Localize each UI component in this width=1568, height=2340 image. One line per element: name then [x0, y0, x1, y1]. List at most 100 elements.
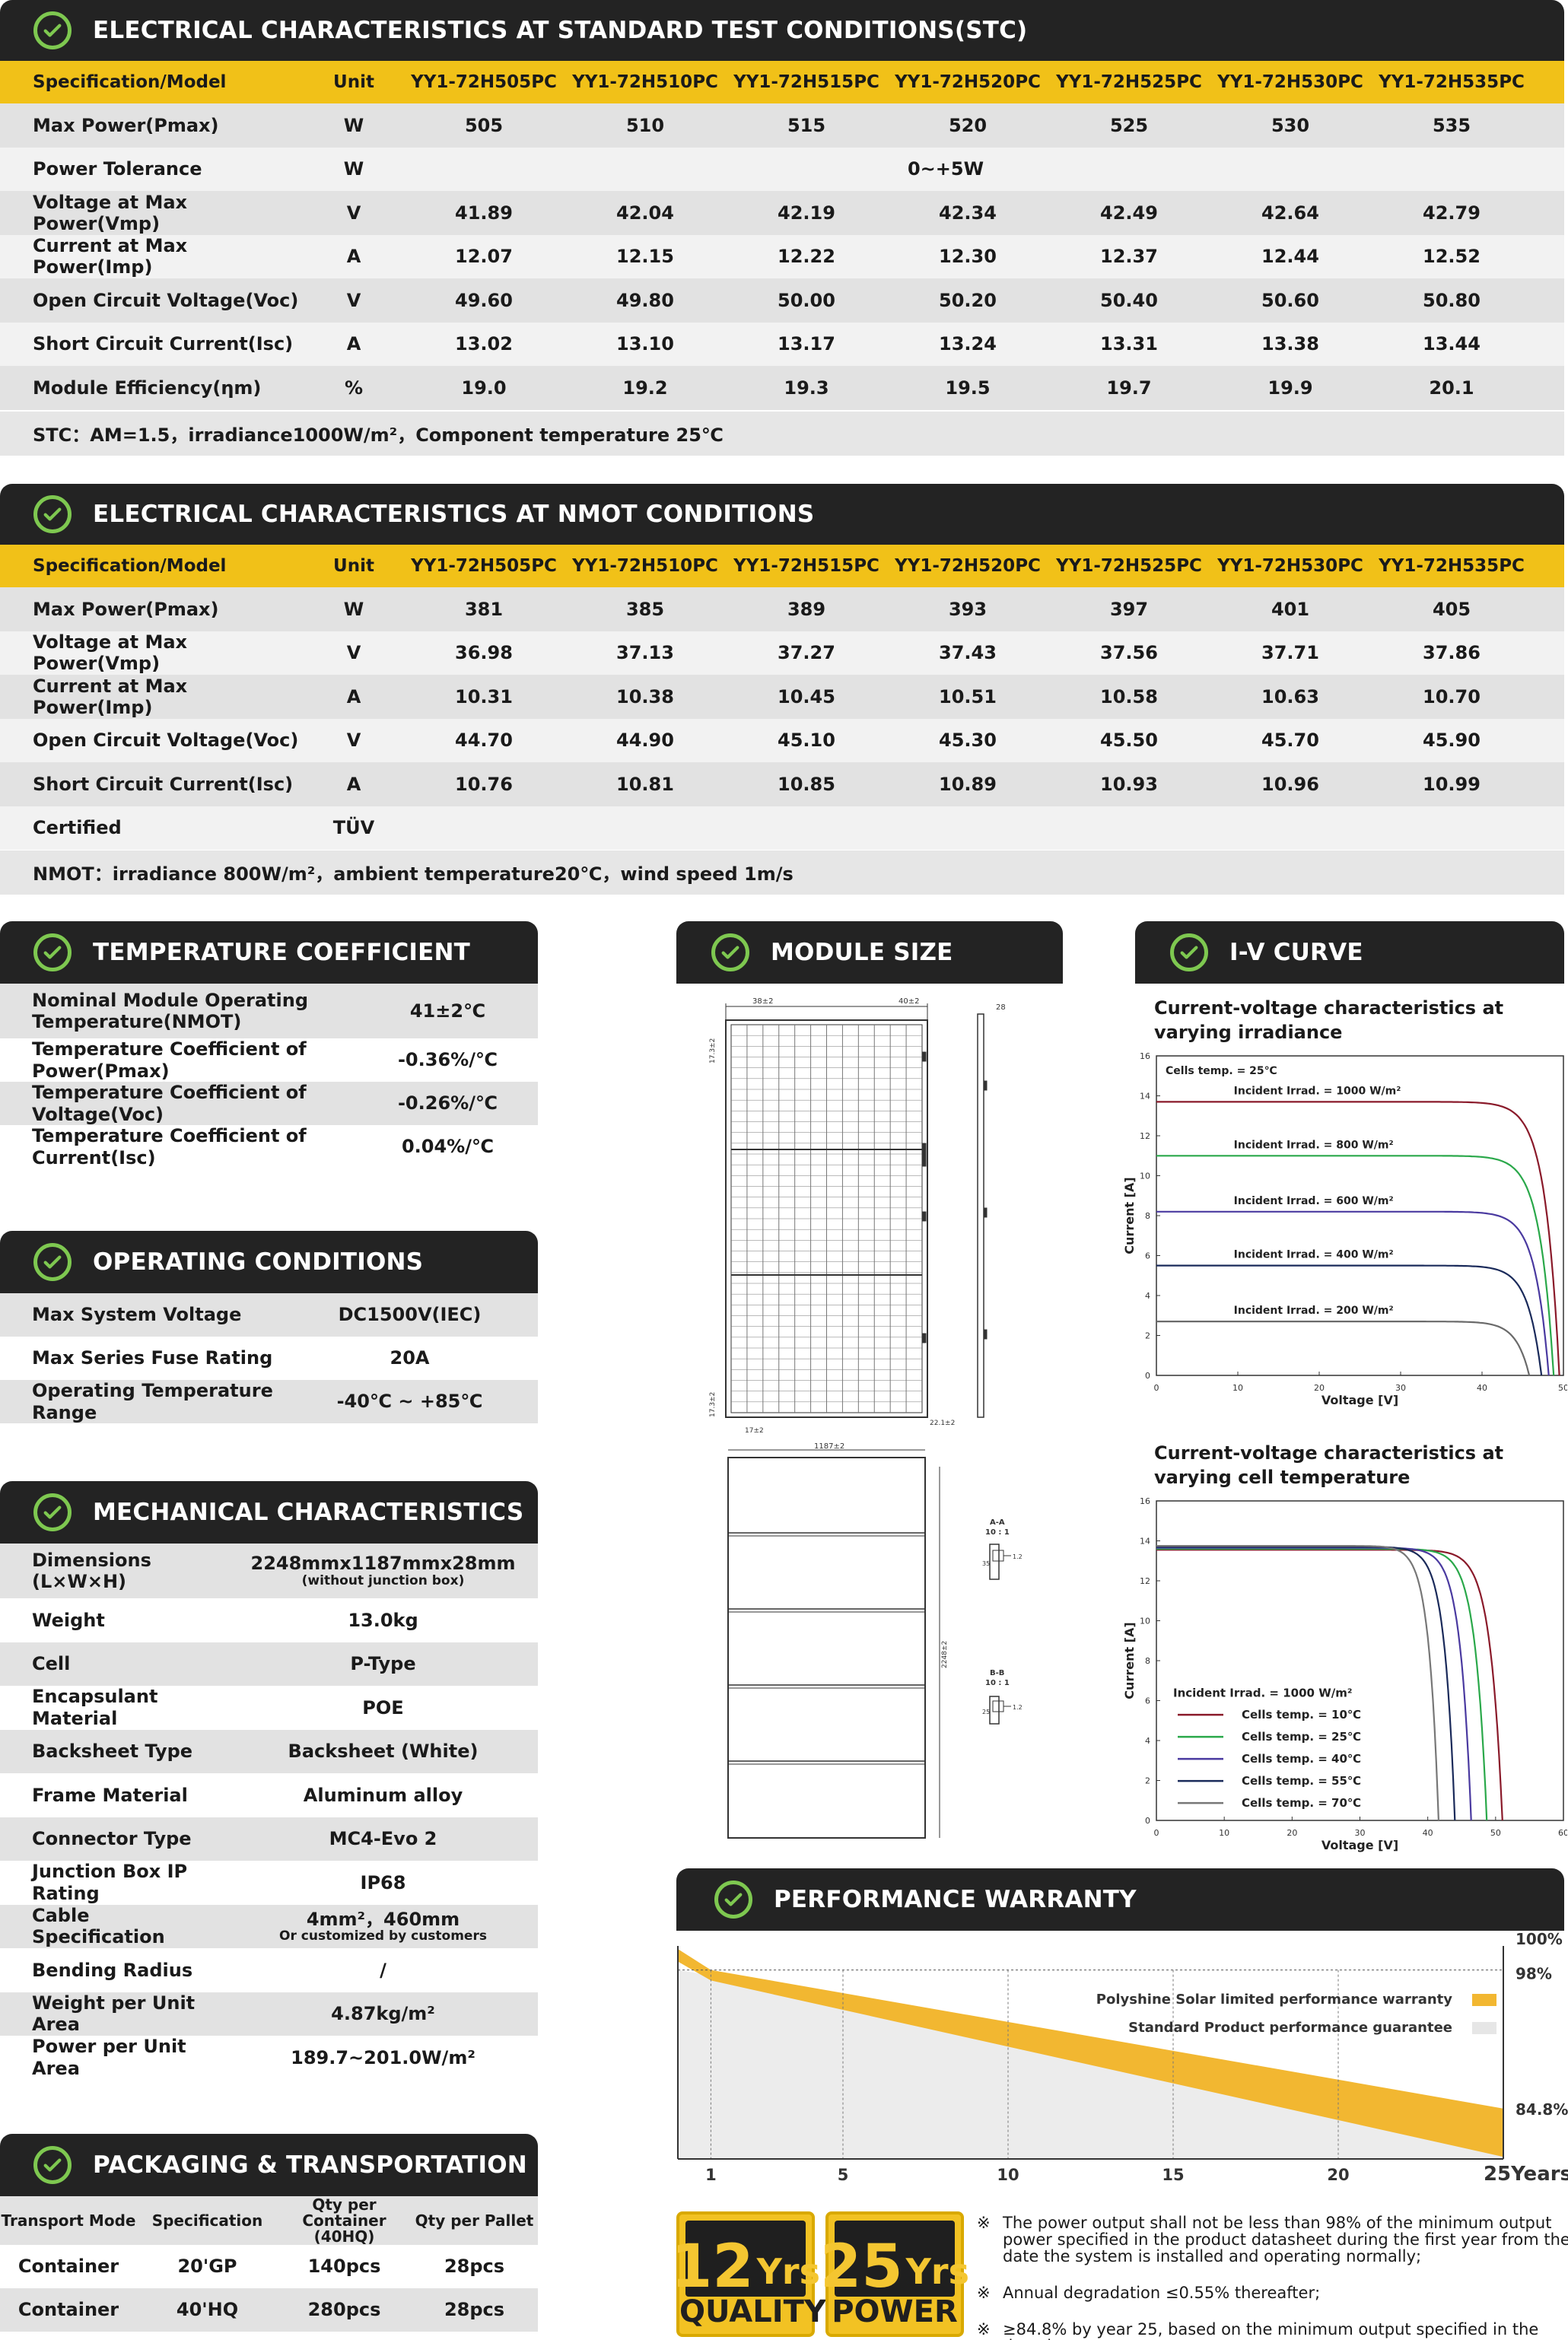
nmot-row: Current at Max Power(Imp) A 10.31 10.38 10.4… — [0, 675, 1564, 719]
module-size-title: MODULE SIZE — [771, 939, 953, 966]
legend-warranty-swatch — [1472, 1994, 1496, 2006]
x-tick-label: 50 — [1490, 1828, 1501, 1838]
temp_coeff-row: Temperature Coefficient of Voltage(Voc) -… — [0, 1082, 538, 1125]
mechanical-row-label: Weight — [32, 1609, 105, 1631]
stc-header-cell: Specification/Model — [33, 72, 227, 92]
x-axis-label: Voltage [V] — [1322, 1838, 1398, 1852]
stc-row-label: Power Tolerance — [33, 158, 202, 180]
mechanical-row-value-text: IP68 — [360, 1871, 406, 1893]
warranty-bullet-2: ※ Annual degradation ≤0.55% thereafter; — [977, 2284, 1321, 2302]
operating-row-value-text: -40℃ ~ +85℃ — [336, 1391, 483, 1413]
y-tick-label: 0 — [1145, 1816, 1150, 1826]
section-b-height: 25 — [982, 1709, 990, 1715]
packaging-header-cell: Transport Mode — [1, 2211, 136, 2230]
x-tick-label: 10 — [1232, 1383, 1243, 1393]
packaging-title: PACKAGING & TRANSPORTATION — [93, 2151, 527, 2179]
nmot-header-cell: YY1-72H505PC — [411, 556, 557, 576]
y-tick-label: 16 — [1140, 1051, 1150, 1061]
stc-row-value: 535 — [1432, 114, 1471, 136]
stc-row-value: 50.40 — [1100, 289, 1158, 311]
packaging-cell: Container — [17, 2298, 119, 2320]
stc-row-value: 19.0 — [461, 377, 507, 399]
stc-row-value: 12.44 — [1261, 246, 1319, 268]
y-axis-label: Current [A] — [1122, 1177, 1137, 1254]
temp_coeff-row: Nominal Module Operating Temperature(NMO… — [0, 984, 538, 1038]
mechanical-row-value-text: 4mm²，460mm — [306, 1908, 460, 1930]
stc-row-value: 42.79 — [1423, 202, 1481, 224]
series-label: Incident Irrad. = 1000 W/m² — [1234, 1085, 1401, 1097]
mechanical-row: Cable Specification 4mm²，460mm Or customiz… — [0, 1904, 538, 1948]
legend-entry: Cells temp. = 55℃ — [1242, 1774, 1361, 1788]
stc-note: STC：AM=1.5，irradiance1000W/m²，Component … — [0, 412, 1564, 456]
operating-row-label: Max System Voltage — [32, 1304, 242, 1326]
nmot-row-value: 385 — [625, 598, 665, 620]
x-tick-label: 15 — [1162, 2166, 1184, 2184]
nmot-row-value: 37.56 — [1100, 642, 1158, 664]
operating-row-value: -40℃ ~ +85℃ — [281, 1391, 538, 1411]
stc-row-value: 42.34 — [939, 202, 997, 224]
iv-curve-title: I-V CURVE — [1229, 939, 1363, 966]
nmot-row-unit: TÜV — [332, 817, 375, 839]
packaging-header-cell: Specification — [151, 2211, 263, 2230]
mechanical-row-value: Aluminum alloy — [228, 1785, 538, 1805]
check-icon — [33, 1493, 72, 1531]
y-tick-label: 2 — [1145, 1331, 1150, 1341]
temp_coeff-row-value: 0.04%/℃ — [358, 1137, 538, 1156]
stc-header-cell: YY1-72H530PC — [1217, 72, 1363, 92]
check-icon — [1170, 933, 1208, 971]
stc-row-value: 530 — [1271, 114, 1310, 136]
nmot-row-value: 10.38 — [616, 685, 674, 707]
nmot-header-cell: YY1-72H520PC — [895, 556, 1041, 576]
stc-row-value: 13.10 — [616, 333, 674, 355]
mechanical-row-value: 189.7~201.0W/m² — [228, 2047, 538, 2068]
stc-row-unit: A — [346, 246, 361, 268]
mechanical-row-value-text: Backsheet (White) — [288, 1741, 479, 1763]
stc-row: Open Circuit Voltage(Voc) V 49.60 49.80 50.0… — [0, 278, 1564, 323]
nmot-header-cell: YY1-72H515PC — [733, 556, 879, 576]
packaging-cell: 40'HQ — [176, 2298, 239, 2320]
mechanical-row-value-text: POE — [362, 1696, 404, 1718]
stc-row-value: 13.17 — [778, 333, 835, 355]
nmot-row: Max Power(Pmax) W 381 385 389 393 397 401 405 — [0, 587, 1564, 631]
mechanical-row-label: Cell — [32, 1653, 71, 1675]
stc-row-value: 50.00 — [778, 289, 835, 311]
section-b-label: B-B — [990, 1669, 1004, 1677]
series-label: Incident Irrad. = 400 W/m² — [1234, 1249, 1394, 1261]
mechanical-row-label: Frame Material — [32, 1784, 188, 1806]
y-tick-label: 4 — [1145, 1291, 1150, 1301]
nmot-row-value: 36.98 — [455, 642, 513, 664]
nmot-row-value: 37.86 — [1423, 642, 1481, 664]
x-tick-label: 0 — [1154, 1828, 1159, 1838]
stc-row-label: Module Efficiency(ηm) — [33, 377, 262, 399]
stc-row-value: 13.38 — [1261, 333, 1319, 355]
operating-table: Max System Voltage DC1500V(IEC) Max Series… — [0, 1293, 538, 1423]
x-tick-label: 10 — [1219, 1828, 1229, 1838]
y-tick-label: 14 — [1140, 1537, 1150, 1547]
temp_coeff-row-value-text: -0.26%/℃ — [397, 1092, 498, 1114]
check-icon — [714, 1881, 752, 1919]
nmot-row-label: Max Power(Pmax) — [33, 598, 219, 620]
y-tick-label: 6 — [1145, 1251, 1150, 1261]
packaging-cell: 20'GP — [177, 2255, 237, 2277]
warranty-title: PERFORMANCE WARRANTY — [774, 1886, 1137, 1913]
y-tick-label: 12 — [1140, 1576, 1150, 1586]
section-b-width: 1.2 — [1013, 1704, 1023, 1711]
nmot-row-value: 45.50 — [1100, 730, 1158, 752]
temp_coeff-row-label: Temperature Coefficient of Current(Isc) — [32, 1125, 307, 1168]
mechanical-row-value-text: / — [380, 1959, 386, 1981]
nmot-header-cell: YY1-72H535PC — [1379, 556, 1525, 576]
stc-header-cell: YY1-72H520PC — [895, 72, 1041, 92]
power-label: POWER — [832, 2294, 958, 2329]
legend-entry: Cells temp. = 40℃ — [1242, 1752, 1361, 1766]
dim-left-top: 17.3±2 — [709, 1038, 717, 1063]
dim-bottom-left: 17±2 — [745, 1427, 764, 1435]
mechanical-row: Encapsulant Material POE — [0, 1686, 538, 1730]
nmot-row-value: 10.85 — [778, 773, 835, 795]
mechanical-row: Dimensions (L×W×H) 2248mmx1187mmx28mm (wit… — [0, 1544, 538, 1598]
section-a-width: 1.2 — [1013, 1553, 1023, 1560]
x-tick-label: 50 — [1558, 1383, 1567, 1393]
y-tick-label: 8 — [1145, 1211, 1150, 1221]
y-tick-label: 0 — [1145, 1371, 1150, 1381]
nmot-row-value: 44.90 — [616, 730, 674, 752]
x-tick-label: 60 — [1558, 1828, 1567, 1838]
